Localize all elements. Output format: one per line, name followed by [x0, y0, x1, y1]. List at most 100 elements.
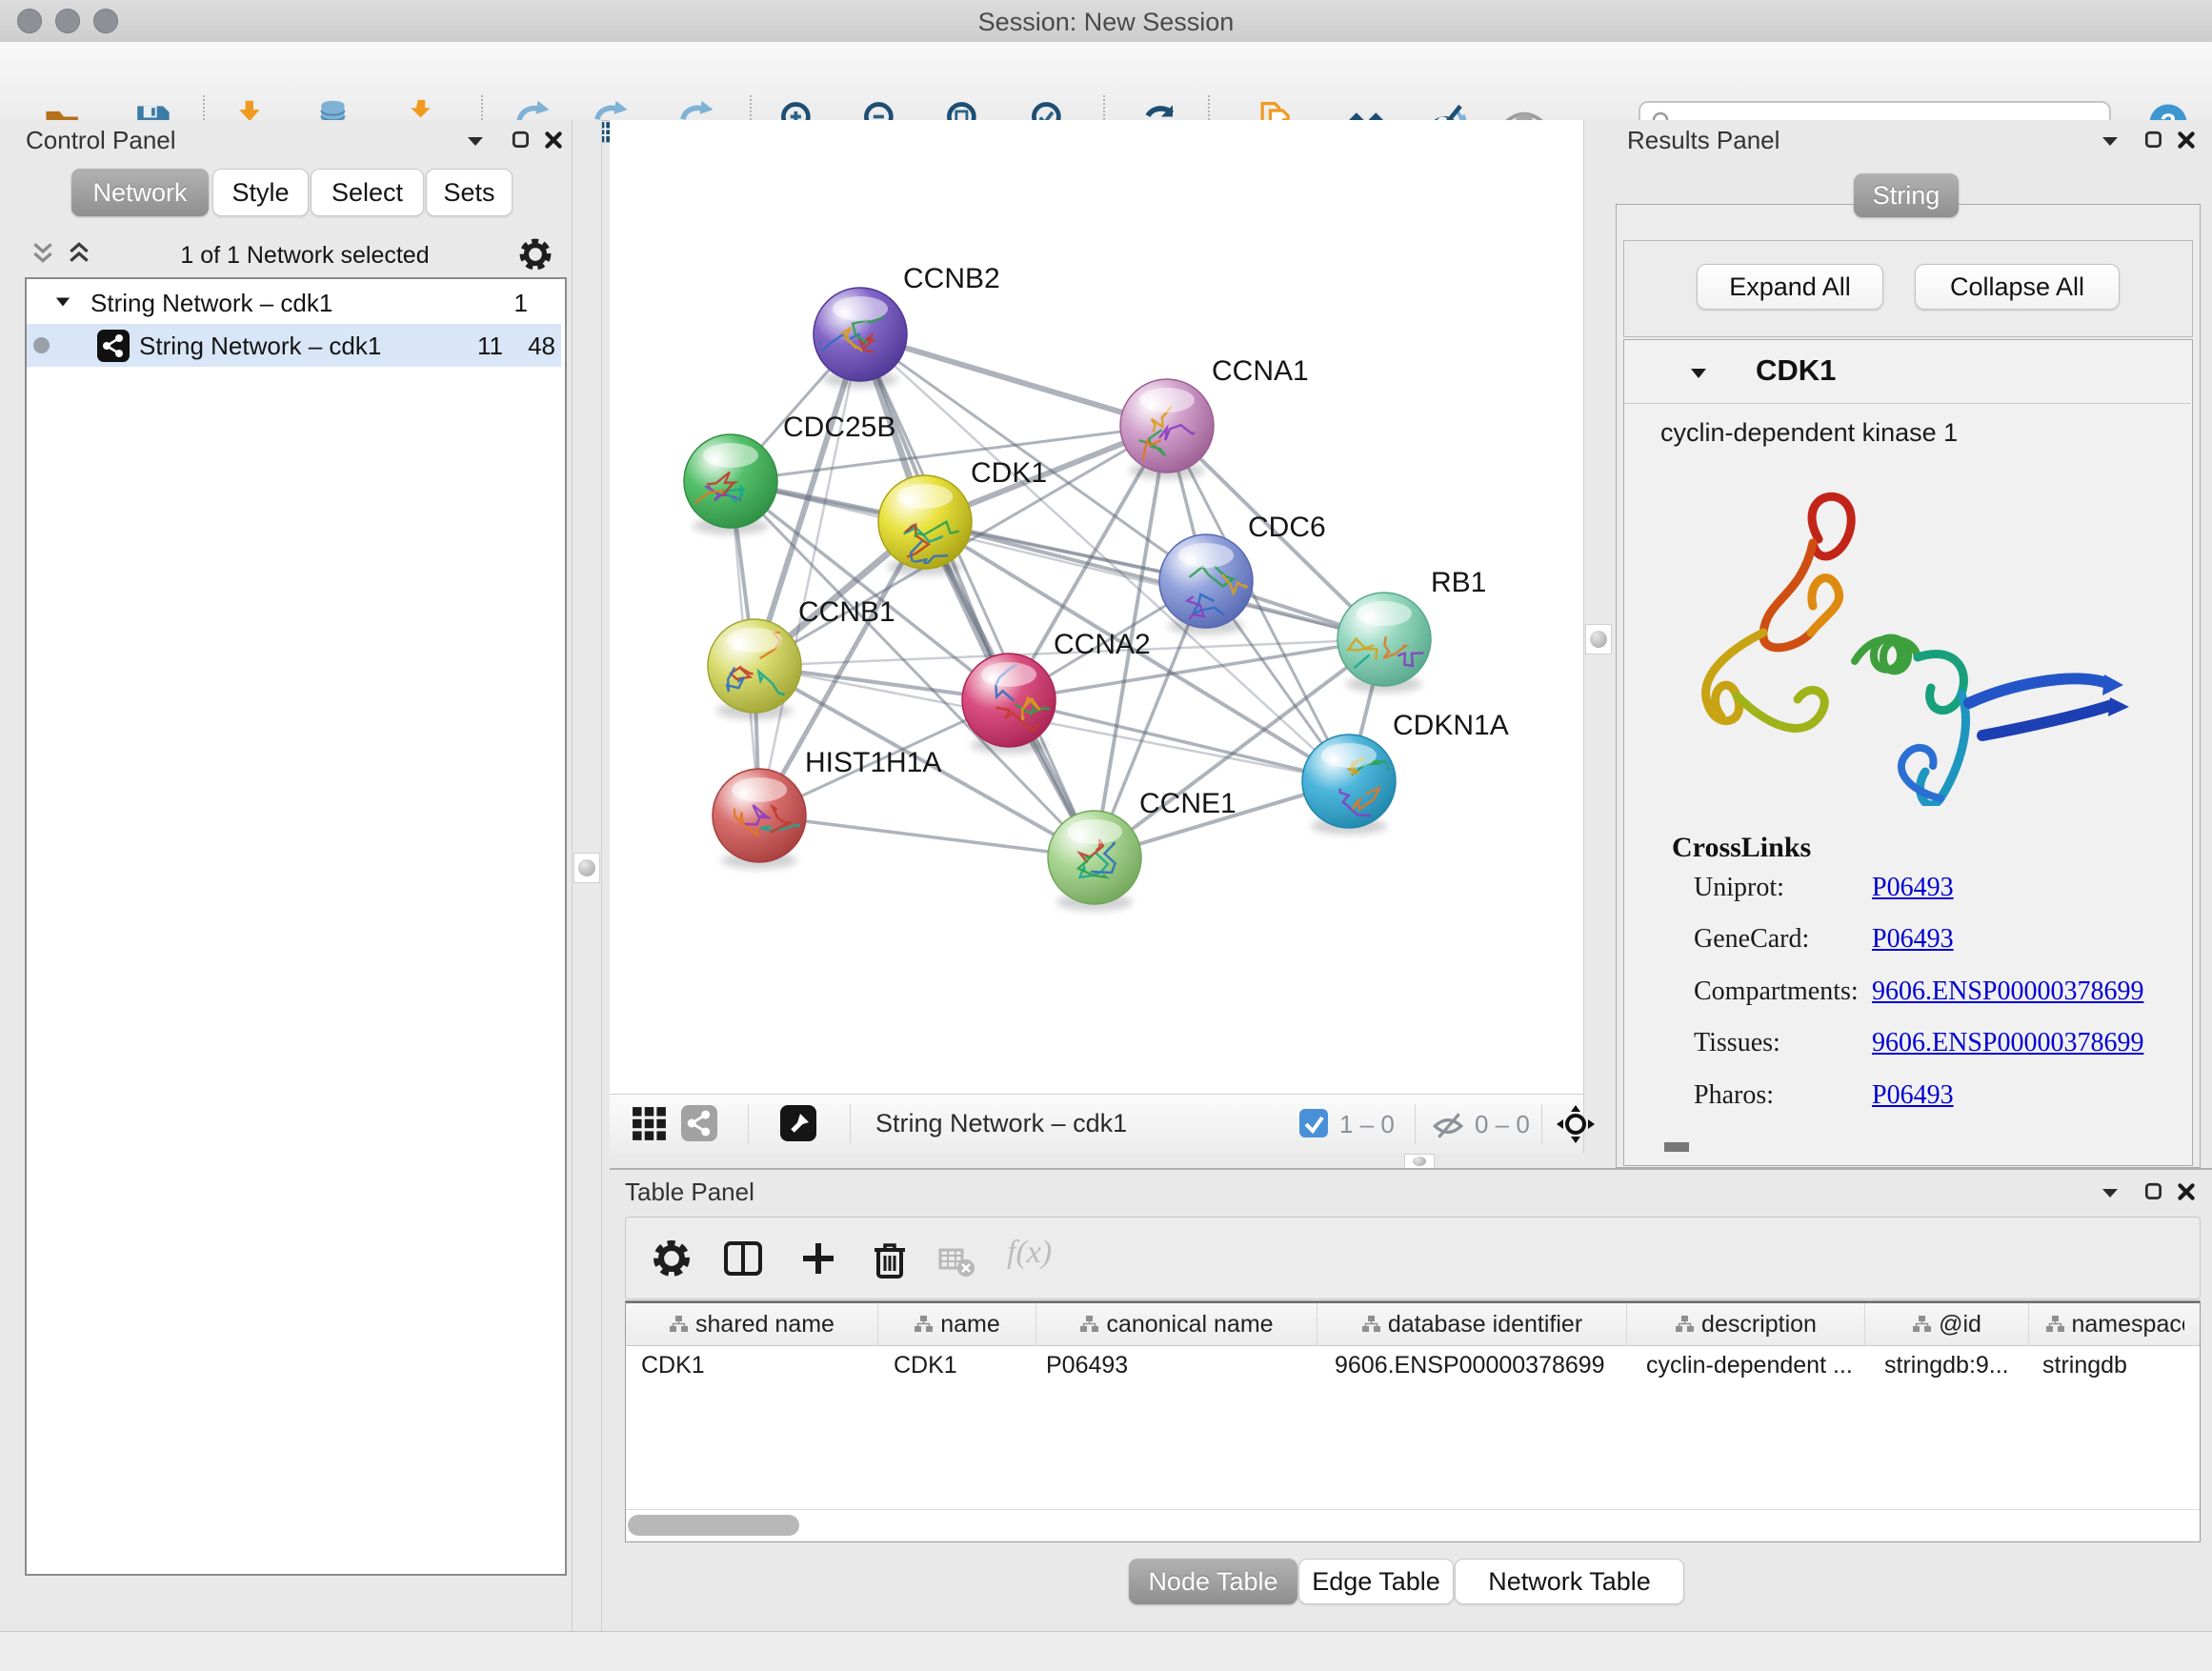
netbar-separator [1541, 1104, 1542, 1144]
column-header[interactable]: description [1627, 1303, 1865, 1345]
status-bar: Memory [0, 1631, 2212, 1671]
results-panel-float-icon[interactable] [2143, 130, 2164, 155]
network-share-icon[interactable] [681, 1105, 717, 1146]
network-view-toolbar: String Network – cdk1 1 – 0 0 – 0 [610, 1094, 1583, 1154]
crosslink-label: Uniprot: [1694, 873, 1784, 903]
column-header[interactable]: shared name [626, 1303, 878, 1345]
gene-description: cyclin-dependent kinase 1 [1660, 418, 1958, 448]
table-panel-float-icon[interactable] [2143, 1181, 2164, 1207]
results-panel-title: Results Panel [1627, 126, 1780, 155]
network-graph[interactable]: CCNB2CCNA1CDC25BCDK1CDC6RB1CCNB1CCNA2CDK… [610, 120, 1583, 1094]
main-toolbar: ? [0, 42, 2212, 121]
control-panel-close-icon[interactable] [543, 130, 564, 155]
network-edge[interactable] [759, 815, 1095, 857]
table-row[interactable]: CDK1 CDK1 P06493 9606.ENSP00000378699 cy… [626, 1345, 2200, 1385]
collection-expand-icon[interactable] [54, 294, 71, 314]
network-options-gear-icon[interactable] [517, 236, 553, 277]
node-label: CDKN1A [1393, 710, 1509, 741]
network-node-count: 11 [465, 332, 503, 361]
crosslink-value[interactable]: 9606.ENSP00000378699 [1872, 1028, 2143, 1058]
network-view-canvas[interactable]: CCNB2CCNA1CDC25BCDK1CDC6RB1CCNB1CCNA2CDK… [610, 120, 1583, 1094]
tab-string[interactable]: String [1854, 173, 1959, 217]
node-label: CCNB1 [798, 596, 895, 628]
bottom-splitter-handle[interactable] [1404, 1154, 1435, 1169]
results-panel-close-icon[interactable] [2176, 130, 2197, 155]
protein-structure-image [1668, 463, 2144, 806]
netbar-separator [748, 1104, 749, 1144]
hidden-items-eye-icon[interactable] [1431, 1110, 1465, 1145]
column-header[interactable]: @id [1865, 1303, 2029, 1345]
control-panel: Control Panel Network Style Select Sets … [0, 120, 572, 1631]
selected-nodes-checkbox-icon[interactable] [1299, 1109, 1328, 1142]
expand-all-networks-icon[interactable] [67, 240, 91, 270]
node-label: HIST1H1A [805, 747, 941, 778]
tab-node-table[interactable]: Node Table [1129, 1559, 1297, 1604]
left-splitter-handle[interactable] [573, 853, 600, 883]
column-header[interactable]: name [878, 1303, 1036, 1345]
crosslink-value[interactable]: P06493 [1872, 924, 1954, 955]
right-splitter[interactable] [1583, 120, 1614, 1168]
network-edge[interactable] [860, 334, 1167, 426]
tab-network-table[interactable]: Network Table [1455, 1559, 1684, 1604]
network-row-selected[interactable]: String Network – cdk1 11 48 [27, 324, 561, 367]
table-header-row: shared name name canonical name database… [626, 1303, 2200, 1346]
table-horizontal-scrollbar[interactable] [628, 1515, 799, 1536]
add-column-icon[interactable] [797, 1238, 839, 1284]
crosslink-label: GeneCard: [1694, 924, 1809, 955]
show-grid-icon[interactable] [632, 1106, 668, 1147]
tab-sets[interactable]: Sets [426, 169, 513, 216]
tab-network[interactable]: Network [71, 169, 209, 216]
column-header[interactable]: namespace [2029, 1303, 2200, 1345]
title-bar: Session: New Session [0, 0, 2212, 43]
expand-all-button[interactable]: Expand All [1697, 264, 1883, 310]
gene-card: CDK1 cyclin-dependent kinase 1 [1623, 339, 2193, 1166]
crosslink-value[interactable]: P06493 [1872, 873, 1954, 903]
network-edge[interactable] [759, 334, 860, 815]
results-panel-collapse-icon[interactable] [2100, 131, 2121, 155]
crosslink-value[interactable]: 9606.ENSP00000378699 [1872, 976, 2143, 1007]
tab-style[interactable]: Style [212, 169, 309, 216]
tab-edge-table[interactable]: Edge Table [1298, 1559, 1454, 1604]
tab-select[interactable]: Select [311, 169, 424, 216]
results-panel: Results Panel String Expand All Collapse… [1612, 120, 2212, 1168]
node-label: RB1 [1431, 567, 1486, 598]
fit-selected-crosshair-icon[interactable] [1555, 1103, 1597, 1150]
birds-eye-view-icon[interactable] [780, 1105, 816, 1146]
network-view-title: String Network – cdk1 [875, 1109, 1127, 1138]
gene-collapse-icon[interactable] [1689, 365, 1708, 387]
show-columns-icon[interactable] [722, 1238, 764, 1284]
control-panel-float-icon[interactable] [511, 130, 532, 155]
table-panel: Table Panel f(x) shared n [610, 1168, 2212, 1633]
application-window: Session: New Session [0, 0, 2212, 1671]
table-panel-close-icon[interactable] [2176, 1181, 2197, 1207]
table-panel-collapse-icon[interactable] [2100, 1183, 2121, 1207]
node-label: CCNA2 [1054, 629, 1151, 660]
network-edge-count: 48 [517, 332, 555, 361]
node-label: CDC25B [783, 412, 895, 443]
delete-column-trash-icon[interactable] [869, 1238, 911, 1284]
control-panel-title: Control Panel [26, 126, 176, 155]
column-header[interactable]: database identifier [1317, 1303, 1627, 1345]
network-edge[interactable] [1009, 700, 1349, 781]
hidden-counts: 0 – 0 [1475, 1110, 1530, 1139]
node-label: CDK1 [971, 457, 1047, 489]
results-horizontal-scrollbar[interactable] [1664, 1142, 1689, 1152]
left-splitter[interactable] [572, 120, 602, 1631]
crosslink-value[interactable]: P06493 [1872, 1080, 1954, 1111]
column-header[interactable]: canonical name [1036, 1303, 1317, 1345]
string-network-icon [97, 330, 130, 367]
node-table: shared name name canonical name database… [625, 1300, 2201, 1542]
table-panel-title: Table Panel [625, 1178, 754, 1207]
gene-card-divider [1624, 403, 2190, 404]
collection-count: 1 [499, 289, 528, 318]
control-panel-collapse-icon[interactable] [465, 131, 486, 155]
right-splitter-handle[interactable] [1585, 624, 1612, 654]
node-label: CCNA1 [1212, 355, 1309, 387]
collapse-all-button[interactable]: Collapse All [1915, 264, 2120, 310]
node-label: CDC6 [1248, 512, 1326, 543]
table-options-gear-icon[interactable] [651, 1238, 693, 1284]
window-title: Session: New Session [0, 8, 2212, 37]
gene-name: CDK1 [1756, 353, 1836, 388]
collapse-all-networks-icon[interactable] [30, 240, 55, 270]
network-collection-row[interactable]: String Network – cdk1 1 [27, 281, 561, 324]
